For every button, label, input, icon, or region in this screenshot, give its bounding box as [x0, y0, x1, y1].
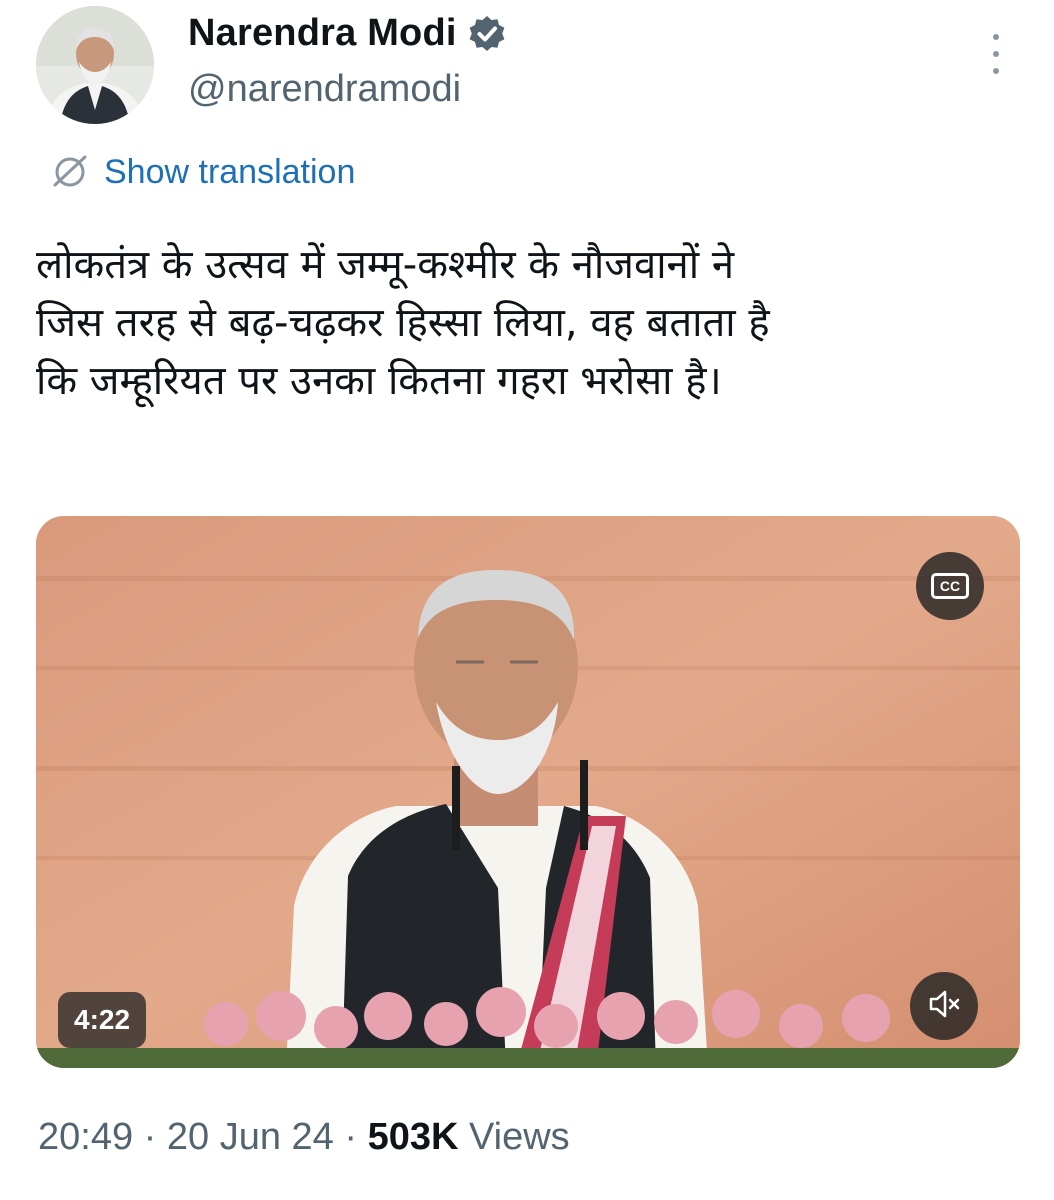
video-frame — [36, 516, 1020, 1068]
speaker-muted-icon — [926, 986, 962, 1027]
show-translation-button[interactable]: Show translation — [50, 150, 355, 195]
more-dot-icon — [993, 51, 999, 57]
more-dot-icon — [993, 68, 999, 74]
meta-separator: · — [133, 1116, 167, 1158]
verified-badge-icon — [467, 14, 507, 54]
tweet-text: लोकतंत्र के उत्सव में जम्मू-कश्मीर के नौ… — [36, 236, 1016, 410]
video-player[interactable]: CC 4:22 — [36, 516, 1020, 1068]
closed-captions-icon: CC — [930, 573, 970, 599]
views-count[interactable]: 503K — [368, 1116, 459, 1158]
tweet-time[interactable]: 20:49 — [38, 1116, 133, 1158]
author-handle[interactable]: @narendramodi — [188, 68, 461, 111]
tweet-text-line: जिस तरह से बढ़-चढ़कर हिस्सा लिया, वह बता… — [36, 300, 770, 346]
tweet-meta: 20:49 · 20 Jun 24 · 503K Views — [38, 1116, 570, 1159]
show-translation-label[interactable]: Show translation — [104, 153, 355, 192]
closed-captions-button[interactable]: CC — [916, 552, 984, 620]
mute-toggle-button[interactable] — [910, 972, 978, 1040]
tweet-text-line: कि जम्हूरियत पर उनका कितना गहरा भरोसा है… — [36, 358, 722, 404]
video-duration-badge: 4:22 — [58, 992, 147, 1048]
tweet-text-line: लोकतंत्र के उत्सव में जम्मू-कश्मीर के नौ… — [36, 242, 735, 288]
author-display-name[interactable]: Narendra Modi — [188, 12, 457, 55]
more-dot-icon — [993, 34, 999, 40]
avatar-image — [36, 6, 154, 124]
more-options-button[interactable] — [982, 34, 1010, 74]
author-name-row[interactable]: Narendra Modi — [188, 12, 507, 55]
views-label: Views — [458, 1116, 570, 1158]
translate-globe-icon — [50, 150, 90, 195]
avatar[interactable] — [36, 6, 154, 124]
tweet-date[interactable]: 20 Jun 24 — [167, 1116, 334, 1158]
meta-separator: · — [333, 1116, 368, 1158]
